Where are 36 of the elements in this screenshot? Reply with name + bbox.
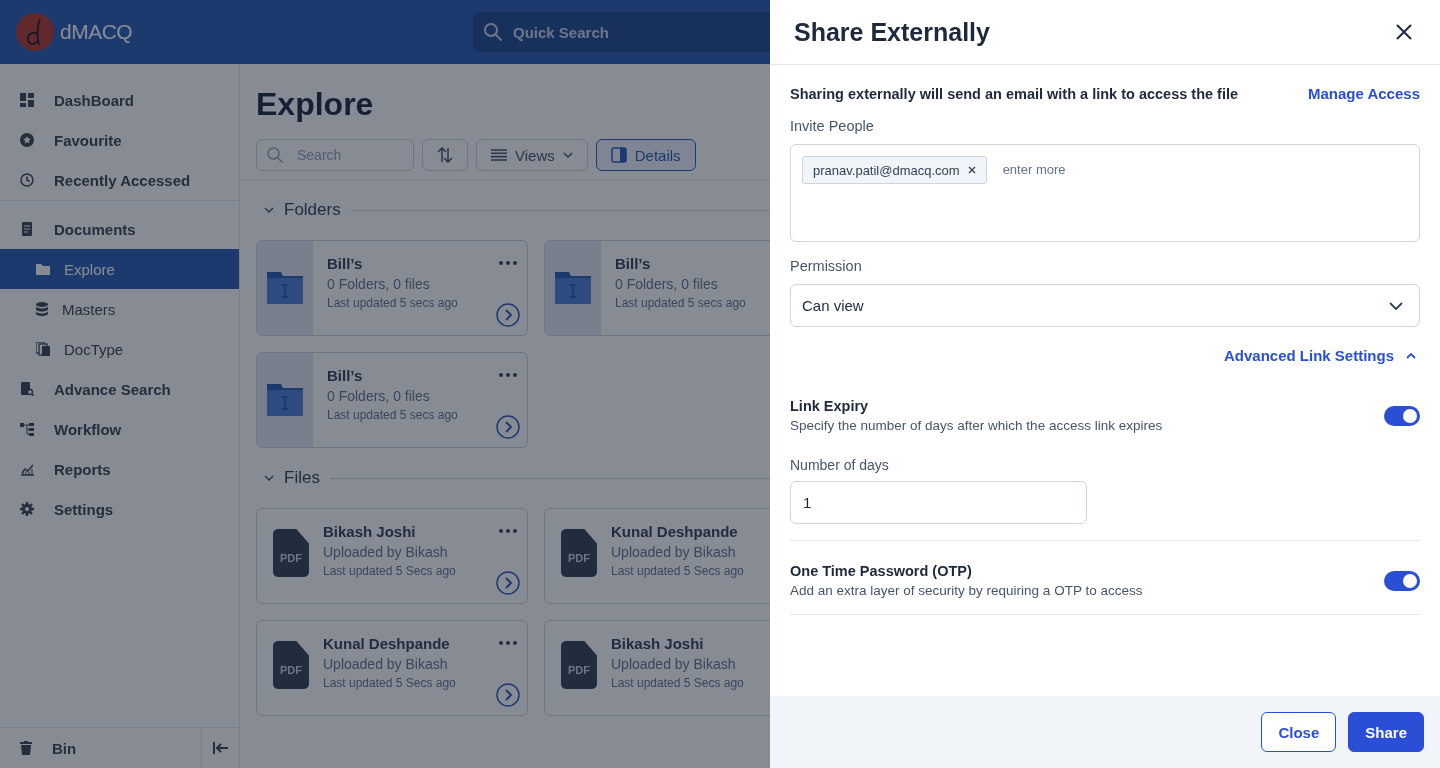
- card-subtitle: Uploaded by Bikash: [323, 544, 449, 560]
- setting-title: Link Expiry: [790, 398, 870, 414]
- card-timestamp: Last updated 5 secs ago: [615, 296, 746, 310]
- field-label: Number of days: [790, 457, 890, 473]
- card-timestamp: Last updated 5 Secs ago: [611, 676, 744, 690]
- brand-name: dMACQ: [60, 20, 133, 44]
- card-title: Bikash Joshi: [611, 635, 705, 652]
- setting-title: One Time Password (OTP): [790, 563, 973, 579]
- card-timestamp: Last updated 5 Secs ago: [323, 564, 456, 578]
- card-title: Bill’s: [327, 255, 364, 272]
- card-subtitle: 0 Folders, 0 files: [327, 276, 431, 292]
- card-title: Bill’s: [615, 255, 652, 272]
- card-subtitle: Uploaded by Bikash: [611, 656, 737, 672]
- pdf-file-icon: PDF: [561, 529, 597, 577]
- card-title: Kunal Deshpande: [611, 523, 739, 540]
- card-title: Bill’s: [327, 367, 364, 384]
- card-title: Bikash Joshi: [323, 523, 417, 540]
- pdf-file-icon: PDF: [273, 641, 309, 689]
- chip-text: pranav.patil@dmacq.com: [813, 162, 960, 178]
- card-timestamp: Last updated 5 secs ago: [327, 296, 458, 310]
- setting-description: Specify the number of days after which the access link expires: [790, 418, 1163, 433]
- dialog-description: Sharing externally will send an email with a link to access the file: [790, 85, 1239, 102]
- card-subtitle: 0 Folders, 0 files: [327, 388, 431, 404]
- card-subtitle: Uploaded by Bikash: [611, 544, 737, 560]
- card-subtitle: Uploaded by Bikash: [323, 656, 449, 672]
- field-label: Permission: [790, 258, 863, 274]
- card-subtitle: 0 Folders, 0 files: [615, 276, 719, 292]
- page-title: Explore: [256, 86, 374, 123]
- setting-description: Add an extra layer of security by requiring a OTP to access: [790, 583, 1143, 598]
- card-timestamp: Last updated 5 Secs ago: [323, 676, 456, 690]
- card-timestamp: Last updated 5 secs ago: [327, 408, 458, 422]
- card-title: Kunal Deshpande: [323, 635, 451, 652]
- card-timestamp: Last updated 5 Secs ago: [611, 564, 744, 578]
- pdf-file-icon: PDF: [561, 641, 597, 689]
- pdf-file-icon: PDF: [273, 529, 309, 577]
- field-label: Invite People: [790, 118, 875, 134]
